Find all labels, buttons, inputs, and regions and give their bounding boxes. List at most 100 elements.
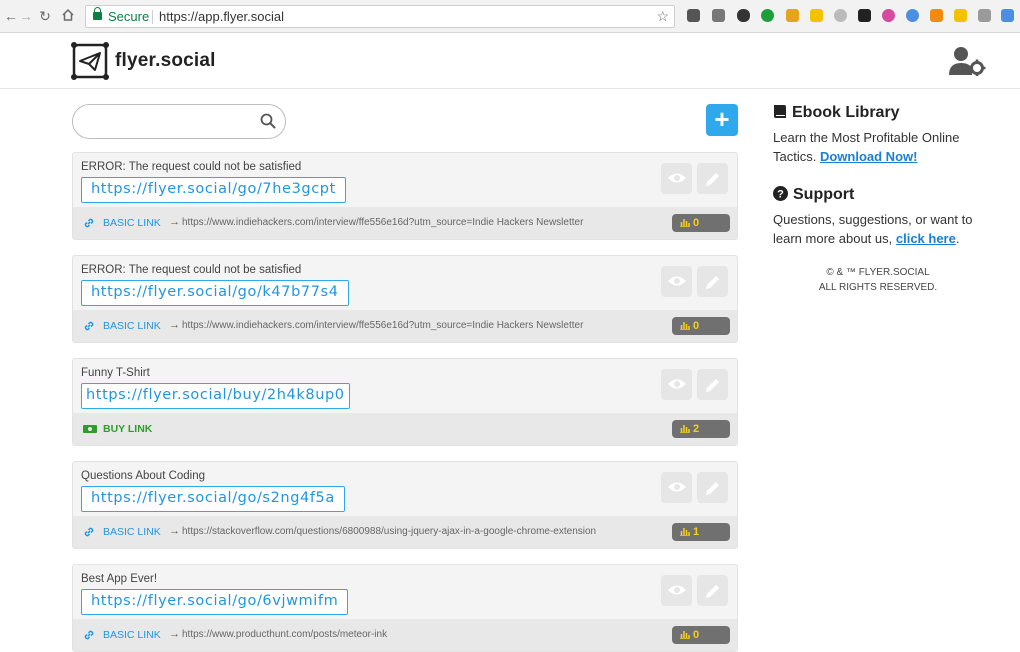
- link-meta: BASIC LINK → https://www.indiehackers.co…: [73, 310, 737, 342]
- extension-icon[interactable]: [1001, 9, 1014, 22]
- arrow-icon: →: [169, 525, 180, 537]
- bar-chart-icon: [680, 425, 690, 433]
- ebook-heading-text: Ebook Library: [792, 104, 900, 121]
- link-card: Best App Ever! https://flyer.social/go/6…: [72, 564, 738, 652]
- stats-button[interactable]: 1: [672, 523, 730, 541]
- extension-icon[interactable]: [858, 9, 871, 22]
- click-count: 0: [693, 217, 700, 229]
- short-link[interactable]: https://flyer.social/buy/2h4k8up0: [81, 383, 350, 409]
- link-title: Best App Ever!: [81, 573, 158, 585]
- download-now-link[interactable]: Download Now!: [820, 149, 918, 164]
- link-type[interactable]: BASIC LINK: [103, 217, 161, 229]
- extension-icon[interactable]: [906, 9, 919, 22]
- url-text[interactable]: https://app.flyer.social: [159, 6, 284, 27]
- short-link[interactable]: https://flyer.social/go/s2ng4f5a: [81, 486, 345, 512]
- link-meta: BASIC LINK → https://www.indiehackers.co…: [73, 207, 737, 239]
- arrow-icon: →: [169, 216, 180, 228]
- arrow-icon: →: [169, 319, 180, 331]
- extension-icon[interactable]: [761, 9, 774, 22]
- star-icon[interactable]: ☆: [656, 6, 669, 27]
- money-icon: [83, 425, 97, 433]
- edit-button[interactable]: [697, 472, 728, 503]
- edit-button[interactable]: [697, 369, 728, 400]
- extension-icon[interactable]: [978, 9, 991, 22]
- link-title: Funny T-Shirt: [81, 367, 150, 379]
- logo-icon[interactable]: [71, 42, 109, 80]
- preview-button[interactable]: [661, 369, 692, 400]
- extension-icon[interactable]: [882, 9, 895, 22]
- stats-button[interactable]: 0: [672, 214, 730, 232]
- pencil-icon: [706, 379, 719, 392]
- link-icon: [84, 630, 94, 640]
- back-arrow-icon[interactable]: ←: [3, 8, 19, 24]
- eye-icon: [668, 379, 686, 389]
- stats-button[interactable]: 0: [672, 626, 730, 644]
- preview-button[interactable]: [661, 163, 692, 194]
- edit-button[interactable]: [697, 266, 728, 297]
- extension-icon[interactable]: [954, 9, 967, 22]
- short-link[interactable]: https://flyer.social/go/6vjwmifm: [81, 589, 349, 615]
- reload-icon[interactable]: ↻: [37, 8, 53, 24]
- link-meta: BUY LINK 2: [73, 413, 737, 445]
- link-type[interactable]: BUY LINK: [103, 423, 152, 435]
- destination-url: https://www.indiehackers.com/interview/f…: [182, 320, 584, 331]
- address-bar[interactable]: Secure https://app.flyer.social ☆: [85, 5, 675, 28]
- add-link-button[interactable]: +: [706, 104, 738, 136]
- link-card: Questions About Coding https://flyer.soc…: [72, 461, 738, 549]
- home-icon[interactable]: [60, 8, 76, 25]
- extension-icon[interactable]: [786, 9, 799, 22]
- link-type[interactable]: BASIC LINK: [103, 526, 161, 538]
- ebook-text: Learn the Most Profitable Online Tactics…: [773, 128, 998, 166]
- link-type[interactable]: BASIC LINK: [103, 320, 161, 332]
- link-title: Questions About Coding: [81, 470, 206, 482]
- edit-button[interactable]: [697, 575, 728, 606]
- support-heading: ? Support: [773, 186, 854, 204]
- link-icon: [84, 527, 94, 537]
- link-icon: [84, 321, 94, 331]
- app-name[interactable]: flyer.social: [115, 50, 216, 72]
- extension-icon[interactable]: [810, 9, 823, 22]
- forward-arrow-icon[interactable]: →: [18, 8, 34, 24]
- browser-toolbar: ← → ↻ Secure https://app.flyer.social ☆: [0, 0, 1020, 33]
- link-card: Funny T-Shirt https://flyer.social/buy/2…: [72, 358, 738, 446]
- link-card: ERROR: The request could not be satisfie…: [72, 152, 738, 240]
- support-suffix: .: [955, 231, 960, 246]
- book-icon: [774, 105, 786, 118]
- preview-button[interactable]: [661, 266, 692, 297]
- short-link[interactable]: https://flyer.social/go/7he3gcpt: [81, 177, 346, 203]
- copyright: © & ™ FLYER.SOCIAL ALL RIGHTS RESERVED.: [778, 265, 978, 295]
- click-count: 2: [693, 423, 700, 435]
- extension-icon[interactable]: [712, 9, 725, 22]
- svg-text:?: ?: [777, 189, 784, 201]
- preview-button[interactable]: [661, 472, 692, 503]
- user-settings-icon[interactable]: [948, 46, 986, 76]
- bar-chart-icon: [680, 219, 690, 227]
- search-input[interactable]: [85, 111, 255, 132]
- edit-button[interactable]: [697, 163, 728, 194]
- search-icon[interactable]: [260, 113, 276, 129]
- link-title: ERROR: The request could not be satisfie…: [81, 161, 302, 173]
- eye-icon: [668, 276, 686, 286]
- arrow-icon: →: [169, 628, 180, 640]
- click-here-link[interactable]: click here: [896, 231, 956, 246]
- ebook-heading: Ebook Library: [773, 104, 900, 122]
- preview-button[interactable]: [661, 575, 692, 606]
- stats-button[interactable]: 2: [672, 420, 730, 438]
- extension-icon[interactable]: [687, 9, 700, 22]
- extension-icon[interactable]: [930, 9, 943, 22]
- eye-icon: [668, 585, 686, 595]
- eye-icon: [668, 173, 686, 183]
- extension-icon[interactable]: [737, 9, 750, 22]
- divider: [152, 10, 153, 24]
- app-header: flyer.social: [0, 33, 1020, 89]
- extension-icon[interactable]: [834, 9, 847, 22]
- stats-button[interactable]: 0: [672, 317, 730, 335]
- link-type[interactable]: BASIC LINK: [103, 629, 161, 641]
- destination-url: https://stackoverflow.com/questions/6800…: [182, 526, 597, 537]
- search-box[interactable]: [72, 104, 286, 139]
- click-count: 1: [693, 526, 700, 538]
- short-link[interactable]: https://flyer.social/go/k47b77s4: [81, 280, 349, 306]
- link-icon: [84, 218, 94, 228]
- bar-chart-icon: [680, 322, 690, 330]
- question-circle-icon: ?: [773, 186, 788, 201]
